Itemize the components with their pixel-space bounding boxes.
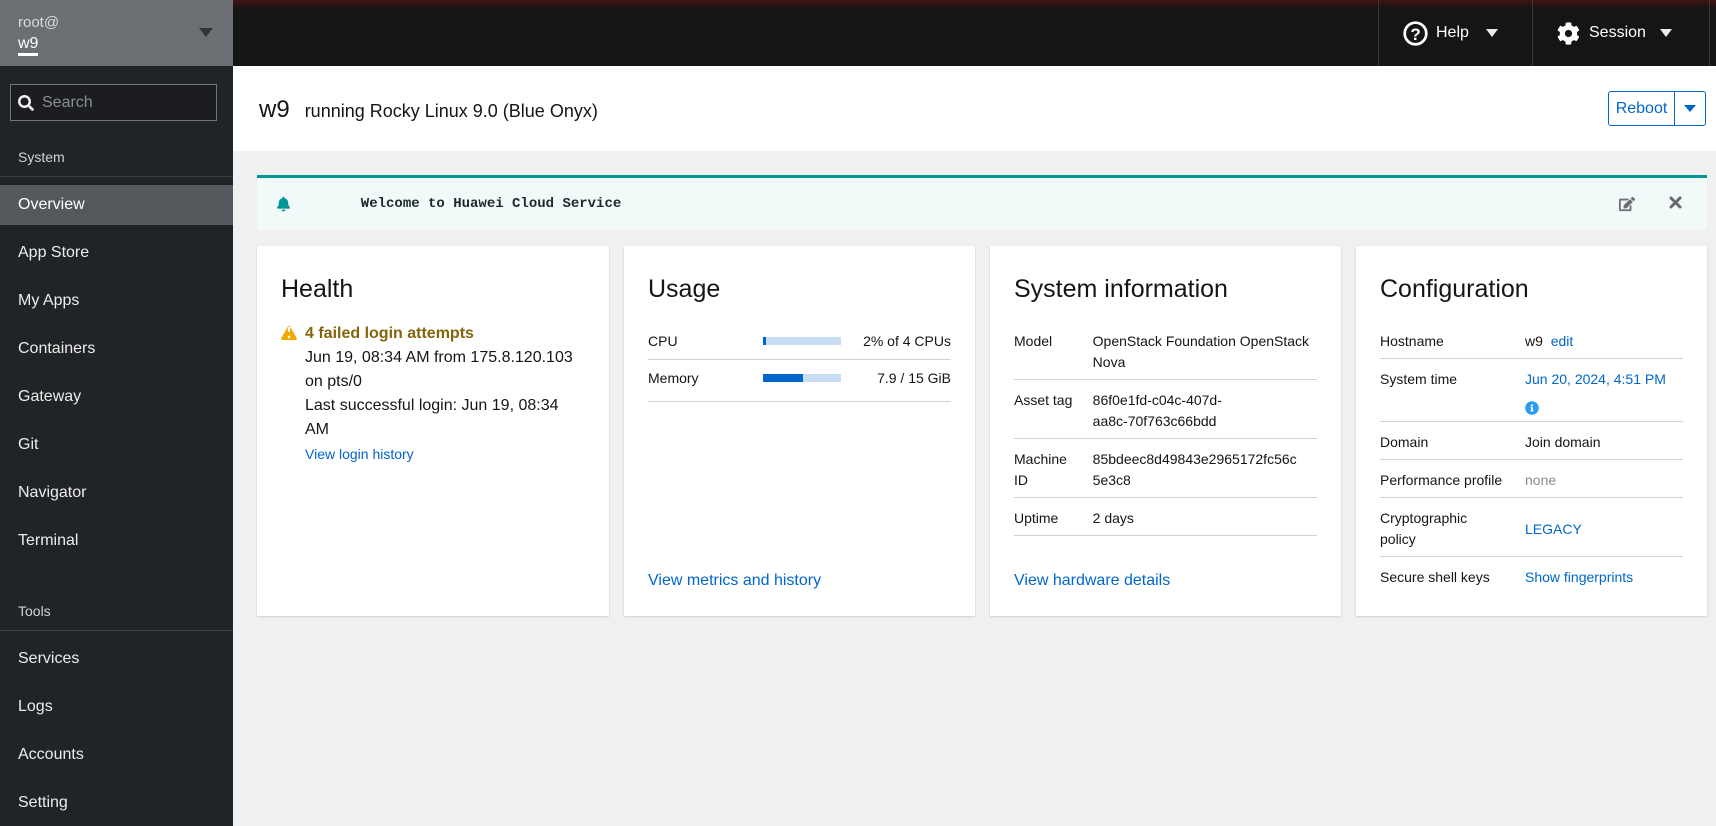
svg-text:?: ? bbox=[1410, 25, 1420, 44]
